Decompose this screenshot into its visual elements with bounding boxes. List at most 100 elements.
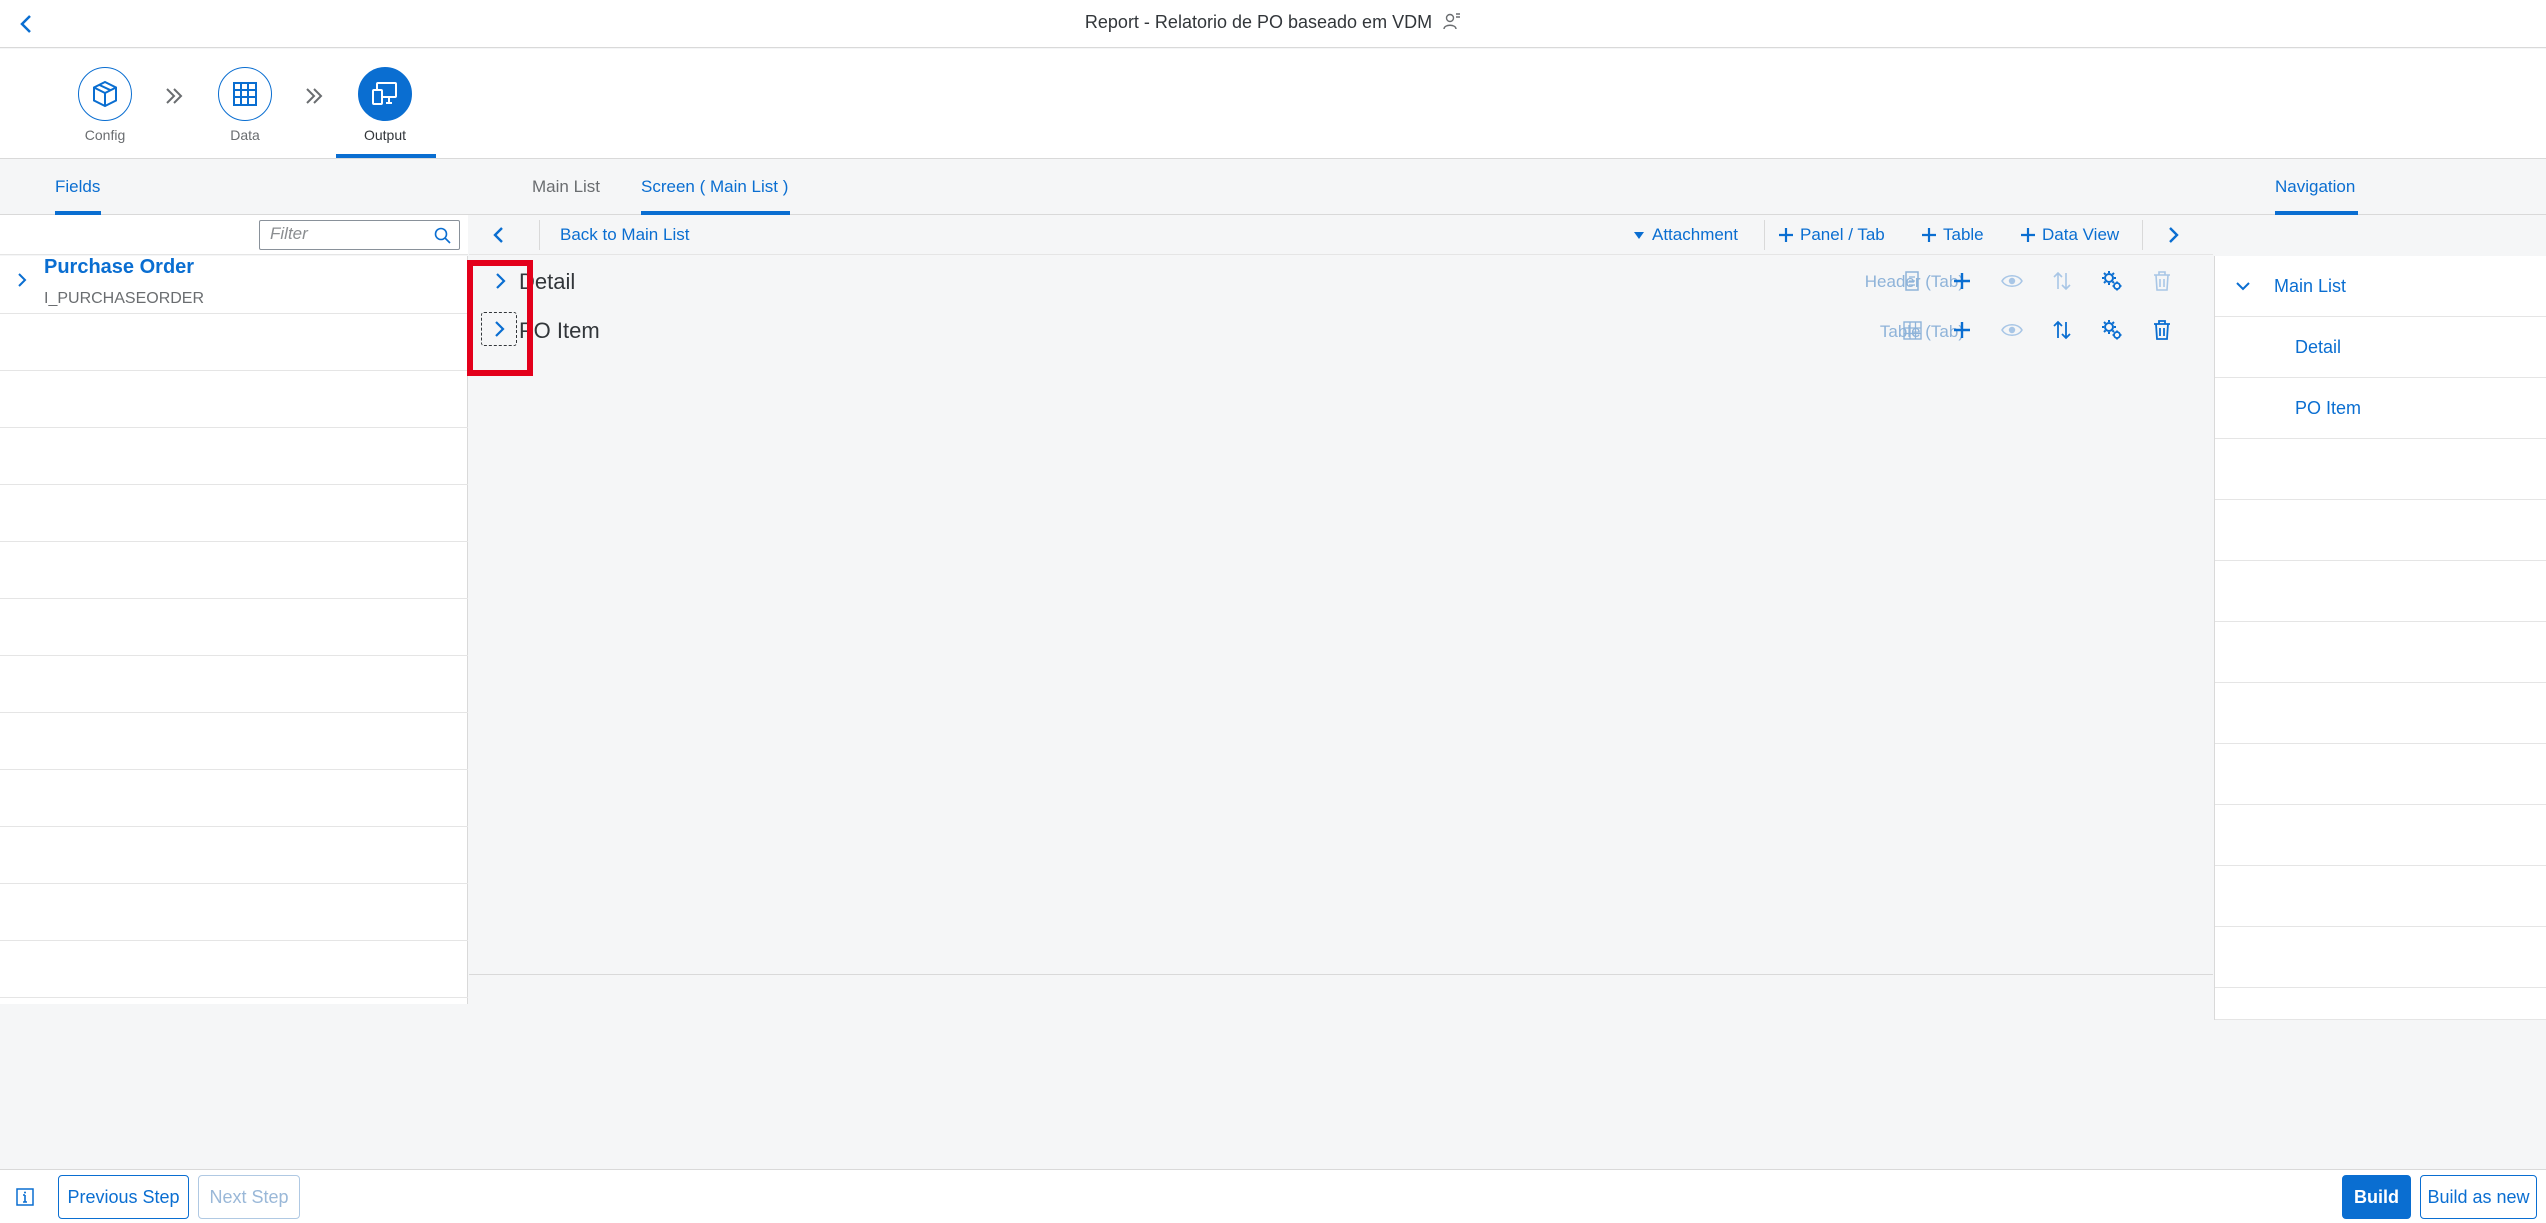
fields-toolbar <box>0 215 468 255</box>
list-item <box>2215 439 2546 500</box>
list-item <box>2215 683 2546 744</box>
build-button[interactable]: Build <box>2342 1175 2411 1219</box>
list-item <box>0 713 468 770</box>
tab-navigation[interactable]: Navigation <box>2275 177 2355 197</box>
next-step-button[interactable]: Next Step <box>198 1175 300 1219</box>
expand-chevron-icon[interactable] <box>14 272 30 288</box>
user-settings-icon[interactable] <box>1443 12 1461 30</box>
tab-bar: Fields Main List Screen ( Main List ) Na… <box>0 159 2546 215</box>
info-icon[interactable] <box>16 1188 34 1206</box>
settings-gears-icon[interactable] <box>2101 319 2123 341</box>
list-item <box>2215 561 2546 622</box>
double-chevron-icon <box>162 84 186 108</box>
filter-field[interactable] <box>259 220 460 250</box>
delete-trash-icon[interactable] <box>2152 319 2172 341</box>
list-item <box>0 371 468 428</box>
app-title-text: Report - Relatorio de PO baseado em VDM <box>1084 12 1433 32</box>
wizard-steps: Config Data Output <box>0 49 2546 159</box>
entity-name: I_PURCHASEORDER <box>44 290 205 307</box>
search-icon[interactable] <box>434 227 451 244</box>
wizard-step-label: Config <box>84 127 126 143</box>
nav-item-po-item[interactable]: PO Item <box>2215 378 2546 439</box>
add-table-button[interactable]: Table <box>1921 225 1984 245</box>
build-as-new-button[interactable]: Build as new <box>2420 1175 2537 1219</box>
list-item <box>0 941 468 998</box>
previous-step-button[interactable]: Previous Step <box>58 1175 189 1219</box>
toolbar-separator <box>539 220 540 250</box>
chevron-right-icon[interactable] <box>2163 225 2183 245</box>
document-icon <box>1903 271 1921 291</box>
list-item <box>2215 500 2546 561</box>
list-item <box>2215 622 2546 683</box>
list-item <box>2215 988 2546 1020</box>
add-data-view-button[interactable]: Data View <box>2020 225 2119 245</box>
add-panel-tab-button[interactable]: Panel / Tab <box>1778 225 1885 245</box>
back-to-main-list-button[interactable]: Back to Main List <box>560 225 689 245</box>
caret-down-icon <box>1632 228 1646 242</box>
tree-row-detail[interactable]: Detail Header (Tab) <box>469 256 2213 306</box>
wizard-step-data[interactable]: Data <box>185 67 305 143</box>
data-view-label: Data View <box>2042 225 2120 244</box>
shell-header: Report - Relatorio de PO baseado em VDM <box>0 0 2546 48</box>
active-step-indicator <box>336 154 436 158</box>
annotation-highlight-box <box>467 260 533 376</box>
tab-main-list[interactable]: Main List <box>532 177 600 197</box>
plus-icon <box>2020 227 2036 243</box>
settings-gears-icon[interactable] <box>2101 270 2123 292</box>
app-title: Report - Relatorio de PO baseado em VDM <box>0 12 2546 33</box>
filter-input[interactable] <box>260 221 430 247</box>
chevron-left-icon[interactable] <box>489 225 509 245</box>
table-grid-icon <box>218 67 272 121</box>
nav-item-label: PO Item <box>2295 398 2362 418</box>
table-grid-icon <box>1903 321 1922 340</box>
list-item <box>0 884 468 941</box>
nav-item-label: Main List <box>2274 276 2347 296</box>
plus-icon <box>1778 227 1794 243</box>
nav-item-detail[interactable]: Detail <box>2215 317 2546 378</box>
list-item <box>0 314 468 371</box>
add-icon[interactable] <box>1952 320 1972 340</box>
navigation-panel: Main List Detail PO Item <box>2214 256 2546 1020</box>
table-label: Table <box>1943 225 1984 244</box>
list-item <box>0 827 468 884</box>
row-type-label: Table (Tab) <box>1879 322 1964 341</box>
delete-trash-icon[interactable] <box>2152 270 2172 292</box>
toolbar-separator <box>2142 220 2143 250</box>
cube-box-icon <box>78 67 132 121</box>
list-item <box>2215 927 2546 988</box>
sort-up-down-icon[interactable] <box>2051 319 2073 341</box>
screen-tree-footer <box>469 974 2213 1020</box>
tree-row-po-item[interactable]: PO Item Table (Tab) <box>469 306 2213 356</box>
plus-icon <box>1921 227 1937 243</box>
list-item <box>0 428 468 485</box>
attachment-label: Attachment <box>1652 225 1738 244</box>
list-item <box>0 656 468 713</box>
list-item <box>2215 866 2546 927</box>
attachment-button[interactable]: Attachment <box>1632 225 1738 245</box>
list-item <box>0 599 468 656</box>
entity-title: Purchase Order <box>44 256 195 278</box>
nav-item-label: Detail <box>2295 337 2342 357</box>
fields-tree-item-purchase-order[interactable]: Purchase Order I_PURCHASEORDER <box>0 256 468 314</box>
screen-tree-panel: Detail Header (Tab) PO Item Table (Tab) <box>469 256 2213 974</box>
tab-fields[interactable]: Fields <box>55 177 100 197</box>
collapse-chevron-icon[interactable] <box>2235 278 2251 294</box>
sort-up-down-icon[interactable] <box>2051 270 2073 292</box>
list-item <box>0 542 468 599</box>
list-item <box>2215 805 2546 866</box>
add-icon[interactable] <box>1952 271 1972 291</box>
wizard-step-label: Data <box>230 127 260 143</box>
wizard-step-output[interactable]: Output <box>325 67 445 143</box>
tab-screen-main-list[interactable]: Screen ( Main List ) <box>641 177 788 197</box>
panel-tab-label: Panel / Tab <box>1800 225 1885 244</box>
list-item <box>2215 744 2546 805</box>
list-item <box>0 770 468 827</box>
list-item <box>0 485 468 542</box>
nav-item-main-list[interactable]: Main List <box>2215 256 2546 317</box>
display-devices-icon <box>358 67 412 121</box>
visibility-eye-icon[interactable] <box>2001 272 2023 290</box>
wizard-step-label: Output <box>363 127 407 143</box>
wizard-step-config[interactable]: Config <box>45 67 165 143</box>
footer-bar: Previous Step Next Step Build Build as n… <box>0 1169 2546 1223</box>
visibility-eye-icon[interactable] <box>2001 321 2023 339</box>
